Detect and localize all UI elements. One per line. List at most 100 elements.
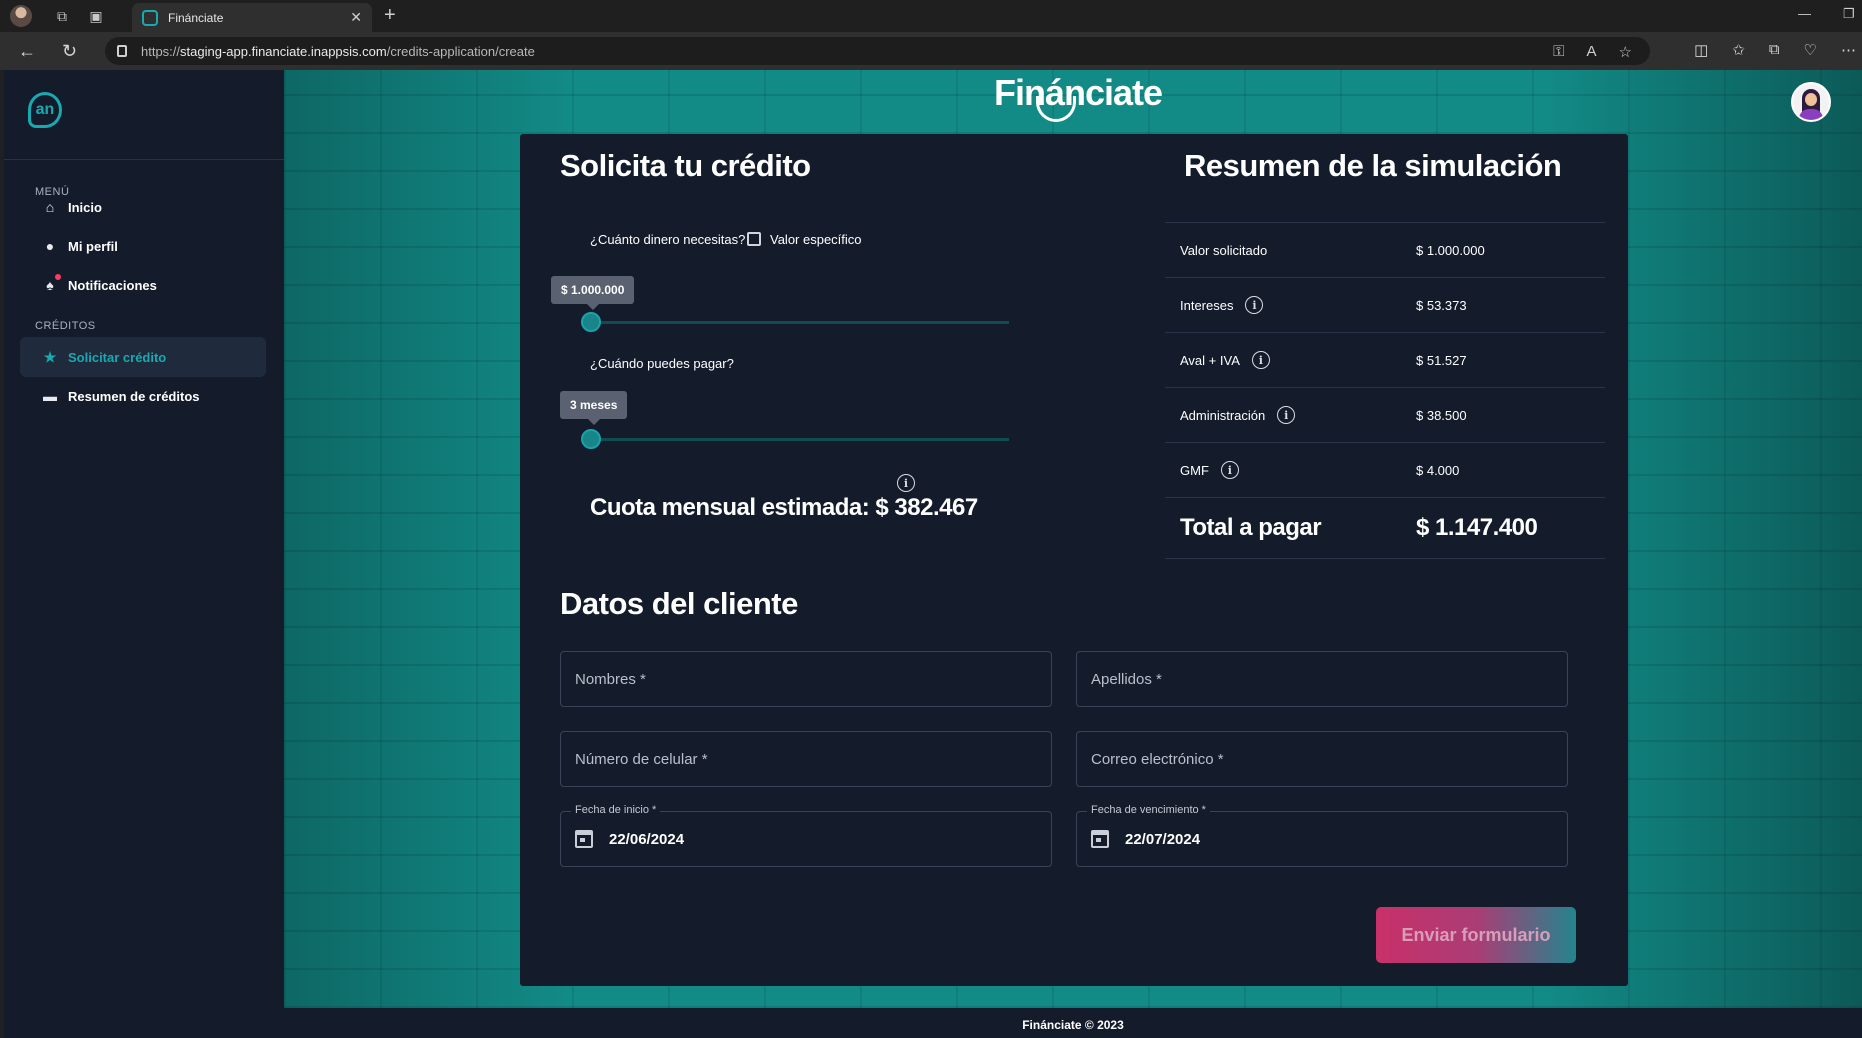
start-date-field[interactable]: Fecha de inicio * 22/06/2024 (560, 804, 1052, 867)
url-field[interactable]: https://staging-app.financiate.inappsis.… (105, 37, 1650, 65)
monthly-fee: Cuota mensual estimada: $ 382.467 (590, 494, 978, 521)
sidebar: an MENÚ ⌂ Inicio ● Mi perfil ♠ Notificac… (4, 70, 284, 1038)
summary-row-label: Intereses i (1180, 296, 1264, 314)
sidebar-item-label: Mi perfil (68, 238, 118, 254)
bell-icon: ♠ (42, 274, 61, 293)
sidebar-item-mi-perfil[interactable]: ● Mi perfil (20, 226, 266, 266)
first-name-field[interactable]: Nombres * (560, 651, 1052, 707)
term-slider-track[interactable] (591, 438, 1009, 441)
summary-row: Aval + IVA i $ 51.527 (1165, 332, 1605, 387)
total-value: $ 1.147.400 (1416, 514, 1538, 541)
first-name-placeholder: Nombres * (575, 671, 646, 688)
close-tab-icon[interactable]: ✕ (350, 9, 362, 26)
summary-row-label: GMF i (1180, 461, 1239, 479)
address-bar-row: ← ↻ https://staging-app.financiate.inapp… (0, 32, 1862, 70)
start-date-value: 22/06/2024 (609, 831, 685, 848)
sidebar-item-label: Inicio (68, 199, 102, 215)
site-favicon-icon (142, 9, 158, 26)
main-content: Fináncia​te Solicita tu crédito ¿Cuánto … (284, 70, 1862, 1008)
sidebar-item-resumen-creditos[interactable]: ▬ Resumen de créditos (20, 376, 266, 416)
browser-tab[interactable]: Fináncia​te ✕ (132, 3, 372, 32)
specific-value-checkbox[interactable] (747, 232, 761, 246)
profile-avatar-icon[interactable] (10, 5, 32, 27)
last-name-placeholder: Apellidos * (1091, 671, 1162, 688)
term-value-tooltip: 3 meses (560, 391, 628, 425)
summary-row-value: $ 53.373 (1416, 297, 1467, 313)
phone-field[interactable]: Número de celular * (560, 731, 1052, 787)
specific-value-label: Valor específico (770, 232, 862, 247)
sidebar-logo-area: an (4, 70, 284, 160)
intereses-info-icon[interactable]: i (1245, 296, 1264, 314)
tab-title: Fináncia​te (168, 10, 224, 25)
new-tab-icon[interactable]: + (384, 4, 396, 27)
amount-slider-thumb[interactable] (581, 312, 601, 332)
split-screen-icon[interactable]: ◫ (1694, 41, 1708, 59)
user-icon: ● (45, 238, 55, 254)
summary-row-value: $ 51.527 (1416, 352, 1467, 368)
calendar-icon[interactable] (1091, 830, 1109, 848)
lock-icon (117, 45, 127, 57)
refresh-icon[interactable]: ↻ (62, 41, 77, 62)
sidebar-item-inicio[interactable]: ⌂ Inicio (20, 187, 266, 227)
brand-logo: Fináncia​te (994, 72, 1163, 113)
submit-button[interactable]: Enviar formulario (1376, 907, 1576, 963)
end-date-field[interactable]: Fecha de vencimiento * 22/07/2024 (1076, 804, 1568, 867)
term-slider-thumb[interactable] (581, 429, 601, 449)
email-placeholder: Correo electrónico * (1091, 751, 1224, 768)
summary-row-label: Valor solicitado (1180, 242, 1268, 258)
extensions-icon[interactable]: ♡ (1804, 41, 1817, 59)
favorite-star-icon[interactable]: ☆ (1619, 43, 1632, 61)
end-date-value: 22/07/2024 (1125, 831, 1201, 848)
total-label: Total a pagar (1180, 514, 1322, 541)
aval-info-icon[interactable]: i (1251, 351, 1270, 369)
summary-row: GMF i $ 4.000 (1165, 442, 1605, 497)
star-icon: ★ (43, 348, 57, 365)
form-title: Solicita tu crédito (560, 148, 811, 183)
client-section-title: Datos del cliente (560, 586, 798, 621)
favorites-icon[interactable]: ✩ (1732, 41, 1745, 59)
notification-dot (55, 274, 61, 280)
browser-tab-bar: ⧉ ▣ Fináncia​te ✕ + — ❐ (0, 0, 1862, 32)
back-icon[interactable]: ← (18, 41, 36, 62)
sidebar-item-label: Resumen de créditos (68, 388, 200, 404)
summary-row-value: $ 1.000.000 (1416, 242, 1485, 258)
summary-row-value: $ 38.500 (1416, 407, 1467, 423)
amount-question: ¿Cuánto dinero necesitas? (590, 232, 746, 247)
minimize-icon[interactable]: — (1798, 6, 1811, 21)
calendar-icon[interactable] (575, 830, 593, 848)
tab-actions-icon[interactable]: ▣ (86, 6, 106, 26)
key-icon[interactable]: ⚿ (1553, 43, 1564, 61)
workspaces-icon[interactable]: ⧉ (52, 6, 72, 26)
home-icon: ⌂ (45, 199, 55, 215)
summary-row-label: Aval + IVA i (1180, 351, 1270, 369)
amount-value-tooltip: $ 1.000.000 (551, 276, 635, 310)
card-icon: ▬ (43, 388, 57, 404)
sidebar-item-label: Solicitar crédito (68, 349, 167, 365)
summary-row: Intereses i $ 53.373 (1165, 277, 1605, 332)
collections-icon[interactable]: ⧉ (1769, 41, 1780, 59)
sidebar-item-solicitar-credito[interactable]: ★ Solicitar crédito (20, 337, 266, 377)
restore-icon[interactable]: ❐ (1843, 6, 1855, 22)
summary-row-value: $ 4.000 (1416, 462, 1460, 478)
summary-table: Valor solicitado $ 1.000.000 Intereses i … (1165, 222, 1605, 559)
last-name-field[interactable]: Apellidos * (1076, 651, 1568, 707)
sidebar-item-label: Notificaciones (68, 277, 157, 293)
app-logo-icon[interactable]: an (28, 92, 62, 128)
read-aloud-icon[interactable]: A (1587, 43, 1597, 61)
footer: Fináncia​te © 2023 (284, 1008, 1862, 1038)
amount-slider-track[interactable] (591, 321, 1009, 324)
monthly-fee-info-icon[interactable]: i (897, 474, 915, 492)
sidebar-item-notificaciones[interactable]: ♠ Notificaciones (20, 265, 266, 305)
more-menu-icon[interactable]: ⋯ (1841, 41, 1856, 59)
administracion-info-icon[interactable]: i (1277, 406, 1296, 424)
term-question: ¿Cuándo puedes pagar? (590, 356, 734, 371)
app: an MENÚ ⌂ Inicio ● Mi perfil ♠ Notificac… (4, 70, 1862, 1038)
url-text: https://staging-app.financiate.inappsis.… (141, 43, 535, 59)
start-date-label: Fecha de inicio * (571, 804, 661, 816)
email-field[interactable]: Correo electrónico * (1076, 731, 1568, 787)
gmf-info-icon[interactable]: i (1220, 461, 1239, 479)
summary-title: Resumen de la simulación (1184, 148, 1562, 183)
summary-row: Administración i $ 38.500 (1165, 387, 1605, 442)
brand-swoosh-icon (1036, 96, 1076, 122)
user-avatar[interactable] (1791, 82, 1831, 122)
